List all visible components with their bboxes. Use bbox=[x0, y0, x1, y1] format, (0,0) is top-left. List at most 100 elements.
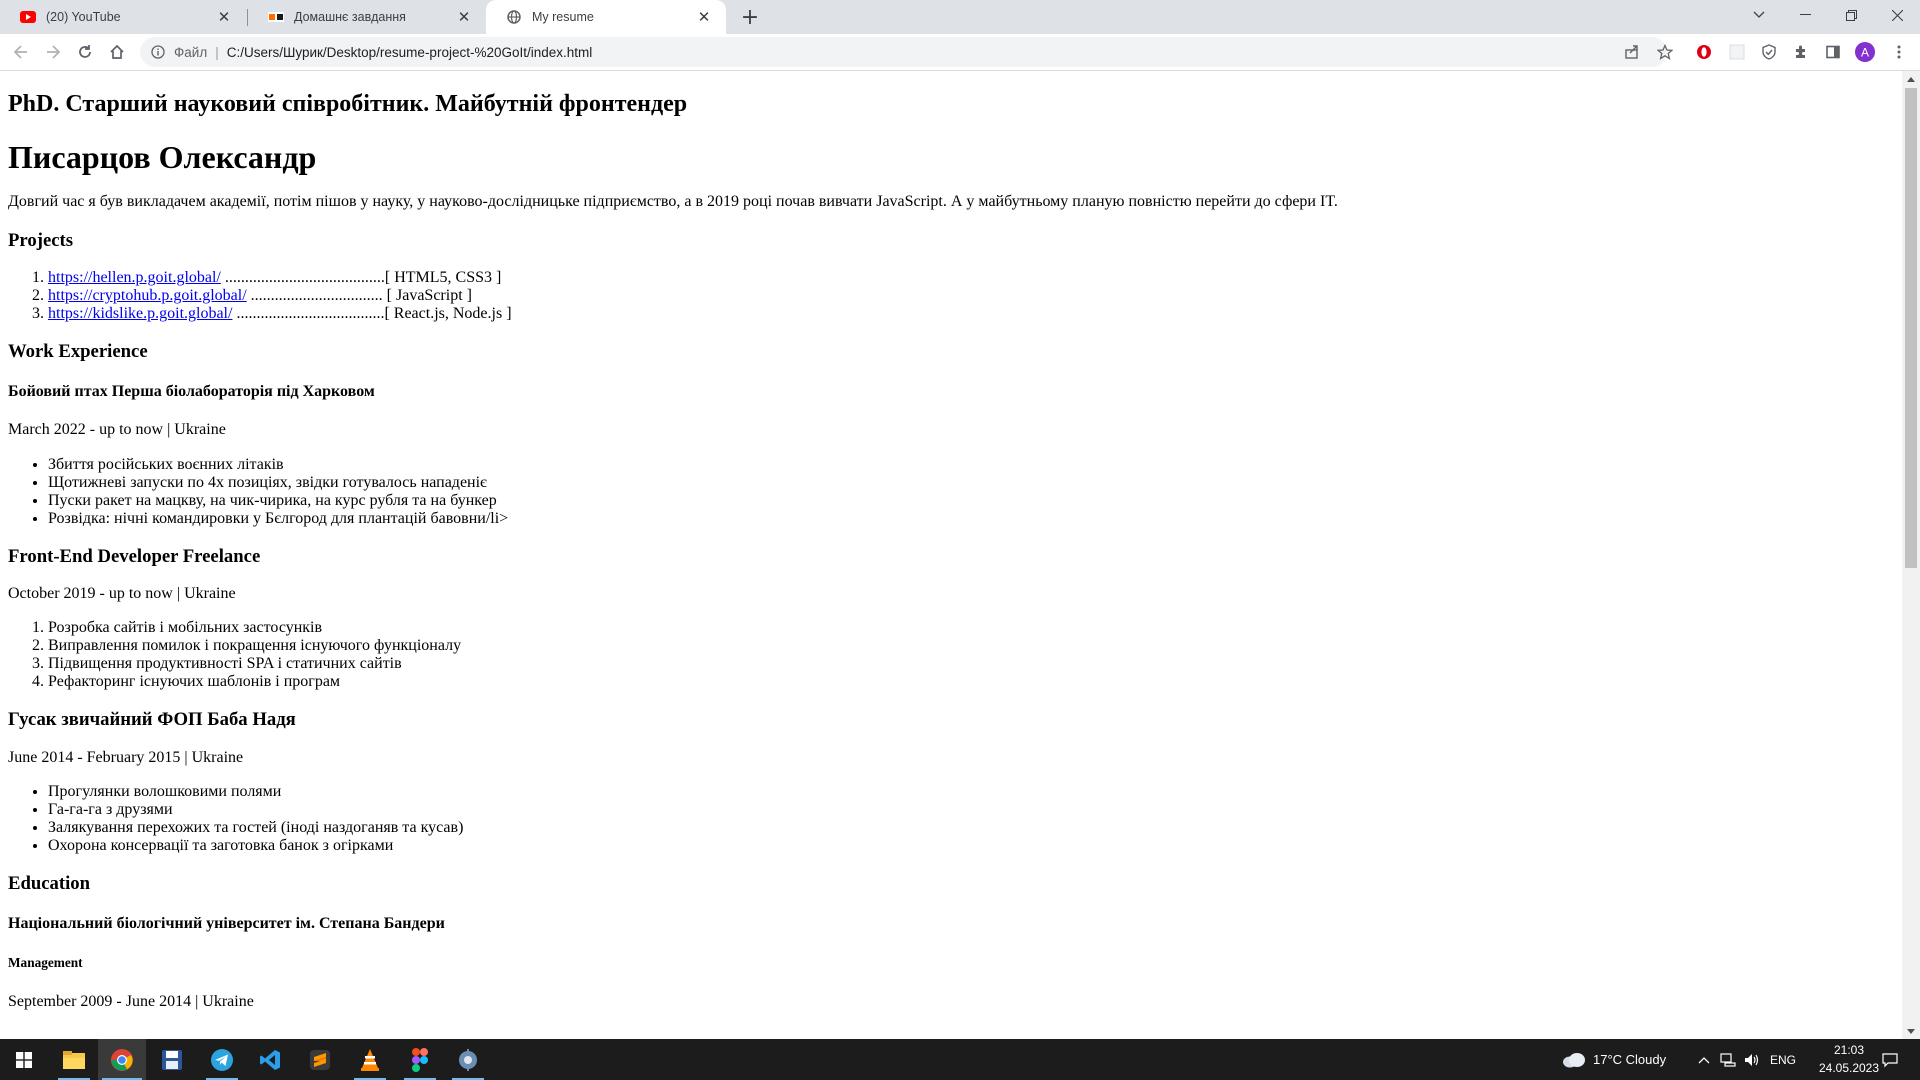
clock-time[interactable]: 21:03 bbox=[1820, 1043, 1878, 1057]
job-title: Гусак звичайний ФОП Баба Надя bbox=[8, 709, 296, 731]
job-title: Бойовий птах Перша біолабораторія під Ха… bbox=[8, 382, 375, 400]
close-tab-icon[interactable]: ✕ bbox=[216, 9, 232, 26]
save-disk-app-icon[interactable] bbox=[148, 1039, 196, 1080]
scroll-down-arrow-icon[interactable] bbox=[1902, 1023, 1920, 1039]
windows-start-icon[interactable] bbox=[0, 1039, 48, 1080]
figma-icon[interactable] bbox=[396, 1039, 444, 1080]
input-language[interactable]: ENG bbox=[1770, 1053, 1796, 1067]
page-scrollbar[interactable] bbox=[1902, 71, 1920, 1039]
list-item: Га-га-га з друзями bbox=[48, 801, 1894, 819]
scrollbar-thumb[interactable] bbox=[1905, 88, 1917, 568]
youtube-icon bbox=[20, 9, 36, 25]
tab-title: My resume bbox=[532, 10, 594, 24]
faculty-name: Management bbox=[8, 955, 83, 971]
chevron-up-icon[interactable] bbox=[1695, 1051, 1713, 1069]
tab-my-resume[interactable]: My resume ✕ bbox=[486, 0, 726, 34]
project-dots: ........................................ bbox=[220, 269, 385, 287]
cloud-icon[interactable] bbox=[1562, 1051, 1586, 1069]
forward-button[interactable] bbox=[41, 40, 65, 64]
list-item: Збиття російських воєнних літаків bbox=[48, 456, 1894, 474]
blank-extension-icon[interactable] bbox=[1727, 42, 1747, 62]
clock-date[interactable]: 24.05.2023 bbox=[1806, 1061, 1892, 1075]
job-period: March 2022 - up to now | Ukraine bbox=[8, 421, 226, 439]
info-icon[interactable] bbox=[150, 44, 166, 60]
project-tech: [ HTML5, CSS3 ] bbox=[384, 269, 502, 287]
project-link[interactable]: https://hellen.p.goit.global/ bbox=[48, 269, 221, 286]
globe-icon bbox=[506, 9, 522, 25]
intro-paragraph: Довгий час я був викладачем академії, по… bbox=[8, 193, 1338, 211]
url-text[interactable]: C:/Users/Шурик/Desktop/resume-project-%2… bbox=[227, 45, 593, 60]
tab-search-icon[interactable] bbox=[1736, 0, 1782, 30]
job-period: October 2019 - up to now | Ukraine bbox=[8, 585, 236, 603]
windows-taskbar: 17°C Cloudy ENG 21:03 24.05.2023 bbox=[0, 1039, 1920, 1080]
project-item: https://hellen.p.goit.global/ ..........… bbox=[48, 269, 1894, 287]
job-duties-list: Розробка сайтів і мобільних застосунків … bbox=[8, 619, 1894, 691]
scroll-up-arrow-icon[interactable] bbox=[1902, 71, 1920, 87]
resume-name: Писарцов Олександр bbox=[8, 138, 317, 175]
sublime-text-icon[interactable] bbox=[296, 1039, 344, 1080]
list-item: Охорона консервації та заготовка банок з… bbox=[48, 837, 1894, 855]
project-dots: ................................. bbox=[246, 287, 387, 305]
volume-icon[interactable] bbox=[1743, 1051, 1761, 1069]
project-link[interactable]: https://cryptohub.p.goit.global/ bbox=[48, 287, 247, 304]
project-link[interactable]: https://kidslike.p.goit.global/ bbox=[48, 305, 232, 322]
tab-homework[interactable]: Домашнє завдання ✕ bbox=[248, 0, 486, 34]
chrome-icon[interactable] bbox=[98, 1039, 146, 1080]
menu-kebab-icon[interactable] bbox=[1889, 42, 1909, 62]
back-button[interactable] bbox=[9, 40, 33, 64]
list-item: Прогулянки волошковими полями bbox=[48, 783, 1894, 801]
project-tech: [ React.js, Node.js ] bbox=[384, 305, 512, 323]
close-window-button[interactable] bbox=[1874, 0, 1920, 30]
network-icon[interactable] bbox=[1719, 1051, 1737, 1069]
tab-youtube[interactable]: (20) YouTube ✕ bbox=[0, 0, 246, 34]
job-duties-list: Прогулянки волошковими полями Га-га-га з… bbox=[8, 783, 1894, 855]
address-divider: | bbox=[215, 44, 219, 60]
vscode-icon[interactable] bbox=[246, 1039, 294, 1080]
address-bar[interactable]: Файл | C:/Users/Шурик/Desktop/resume-pro… bbox=[140, 37, 1667, 67]
scheme-label: Файл bbox=[174, 44, 208, 60]
minimize-button[interactable] bbox=[1782, 0, 1828, 30]
weather-text[interactable]: 17°C Cloudy bbox=[1593, 1052, 1666, 1067]
gear-wrench-app-icon[interactable] bbox=[444, 1039, 492, 1080]
file-explorer-icon[interactable] bbox=[50, 1039, 98, 1080]
project-item: https://kidslike.p.goit.global/ ........… bbox=[48, 305, 1894, 323]
education-heading: Education bbox=[8, 873, 91, 895]
list-item: Розробка сайтів і мобільних застосунків bbox=[48, 619, 1894, 637]
list-item: Рефакторинг існуючих шаблонів і програм bbox=[48, 673, 1894, 691]
close-tab-icon[interactable]: ✕ bbox=[696, 9, 712, 26]
projects-list: https://hellen.p.goit.global/ ..........… bbox=[8, 269, 1894, 323]
list-item: Підвищення продуктивності SPA і статични… bbox=[48, 655, 1894, 673]
tab-strip: (20) YouTube ✕ Домашнє завдання ✕ My res… bbox=[0, 0, 1920, 34]
job-title: Front-End Developer Freelance bbox=[8, 545, 261, 567]
project-dots: ..................................... bbox=[232, 305, 385, 323]
notification-icon[interactable] bbox=[1881, 1051, 1899, 1069]
reload-button[interactable] bbox=[73, 40, 97, 64]
education-period: September 2009 - June 2014 | Ukraine bbox=[8, 992, 254, 1010]
project-tech: [ JavaScript ] bbox=[386, 287, 472, 305]
university-name: Національний біологічний університет ім.… bbox=[8, 914, 445, 932]
extensions-puzzle-icon[interactable] bbox=[1791, 42, 1811, 62]
home-button[interactable] bbox=[105, 40, 129, 64]
job-duties-list: Збиття російських воєнних літаків Щотижн… bbox=[8, 456, 1894, 528]
job-period: June 2014 - February 2015 | Ukraine bbox=[8, 748, 244, 766]
work-experience-heading: Work Experience bbox=[8, 341, 148, 363]
list-item: Пуски ракет на мацкву, на чик-чирика, на… bbox=[48, 492, 1894, 510]
share-icon[interactable] bbox=[1623, 43, 1641, 61]
opera-extension-icon[interactable] bbox=[1694, 42, 1714, 62]
new-tab-button[interactable]: + bbox=[738, 5, 762, 30]
tab-title: (20) YouTube bbox=[46, 10, 121, 24]
shield-icon[interactable] bbox=[1759, 42, 1779, 62]
list-item: Щотижневі запуски по 4х позиціях, звідки… bbox=[48, 474, 1894, 492]
project-item: https://cryptohub.p.goit.global/ .......… bbox=[48, 287, 1894, 305]
tab-title: Домашнє завдання bbox=[294, 10, 406, 24]
projects-heading: Projects bbox=[8, 229, 74, 251]
list-item: Розвідка: нічні командировки у Бєлгород … bbox=[48, 510, 1894, 528]
restore-button[interactable] bbox=[1828, 0, 1874, 30]
telegram-icon[interactable] bbox=[198, 1039, 246, 1080]
side-panel-icon[interactable] bbox=[1823, 42, 1843, 62]
close-tab-icon[interactable]: ✕ bbox=[456, 9, 472, 26]
profile-avatar[interactable]: A bbox=[1855, 42, 1875, 62]
vlc-icon[interactable] bbox=[346, 1039, 394, 1080]
bookmark-star-icon[interactable] bbox=[1656, 43, 1674, 61]
list-item: Залякування перехожих та гостей (іноді н… bbox=[48, 819, 1894, 837]
